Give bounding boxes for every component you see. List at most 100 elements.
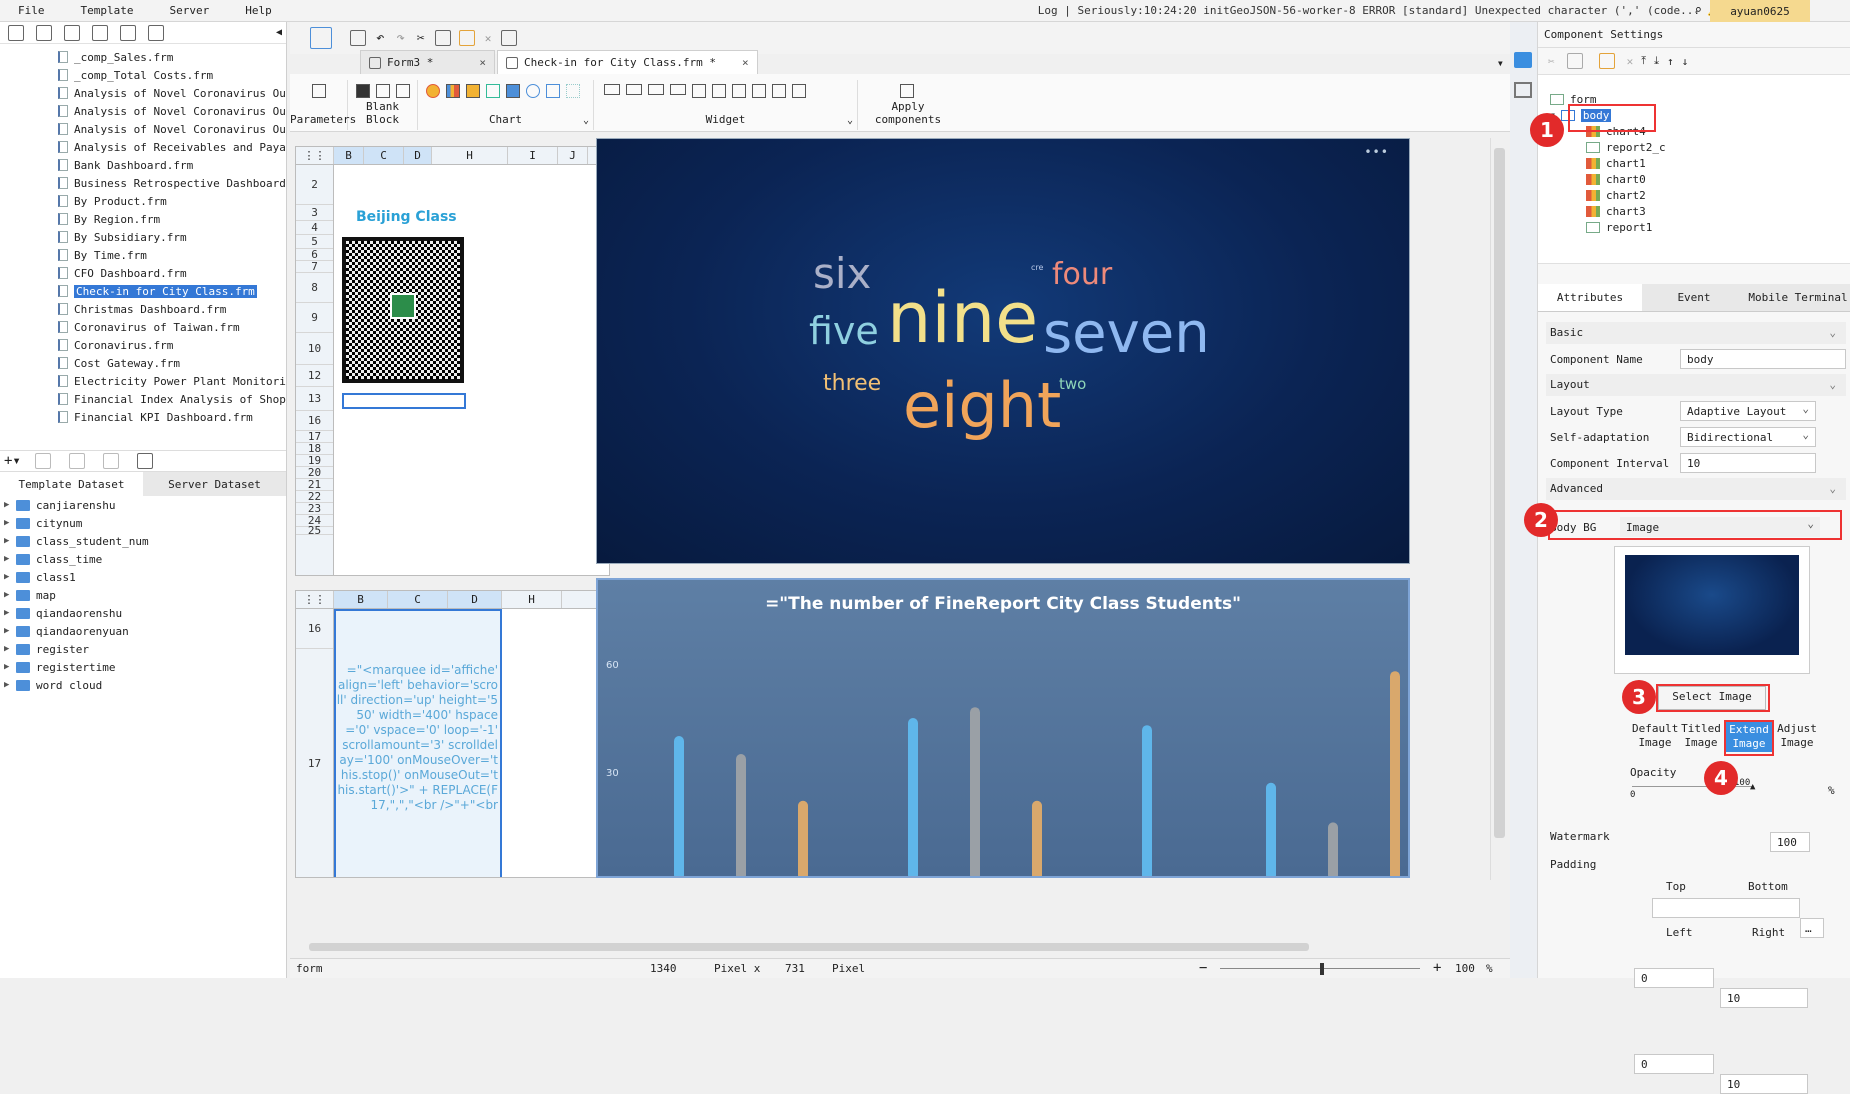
bar[interactable] [1266,782,1276,878]
dataset-item[interactable]: ▶ canjiarenshu [0,496,286,514]
row-number[interactable]: 16 [296,411,333,431]
file-item[interactable]: _comp_Sales.frm [0,48,286,66]
dataset-item[interactable]: ▶ map [0,586,286,604]
option-adjust-image[interactable]: Adjust Image [1774,722,1820,750]
tab-event[interactable]: Event [1642,284,1746,311]
dataset-item[interactable]: ▶ registertime [0,658,286,676]
option-default-image[interactable]: Default Image [1632,722,1678,750]
expand-icon[interactable]: ▶ [4,662,16,672]
tab-check-in[interactable]: Check-in for City Class.frm * × [496,50,758,74]
expand-icon[interactable]: ▶ [4,572,16,582]
expand-icon[interactable]: ▶ [4,644,16,654]
row-number[interactable]: 4 [296,221,333,235]
tree-node-chart3[interactable]: chart3 [1586,205,1646,218]
layout-type-select[interactable]: Adaptive Layout [1680,401,1816,421]
bar[interactable] [1390,671,1400,878]
dataset-item[interactable]: ▶ qiandaorenyuan [0,622,286,640]
dataset-item[interactable]: ▶ word cloud [0,676,286,694]
file-item[interactable]: Business Retrospective Dashboard.: [0,174,286,192]
file-item[interactable]: Analysis of Novel Coronavirus Outb [0,102,286,120]
file-item[interactable]: By Time.frm [0,246,286,264]
chevron-down-icon[interactable]: ⌄ [847,115,853,126]
close-icon[interactable]: × [742,56,749,69]
interval-stepper[interactable]: 10 [1680,453,1816,473]
expand-icon[interactable]: ▶ [4,590,16,600]
column-label[interactable]: D [404,147,432,164]
move-bottom-icon[interactable]: ⤓ [1654,54,1659,68]
save-icon[interactable] [350,30,366,46]
expand-icon[interactable]: ▶ [4,626,16,636]
file-item[interactable]: Financial Index Analysis of Shopp [0,390,286,408]
dataset-item[interactable]: ▶ register [0,640,286,658]
row-number[interactable]: 9 [296,303,333,333]
file-item[interactable]: Analysis of Receivables and Payab [0,138,286,156]
delete-icon[interactable]: ✕ [1627,55,1634,68]
tab-attributes[interactable]: Attributes [1538,284,1642,311]
file-item[interactable]: Cost Gateway.frm [0,354,286,372]
column-label[interactable]: ⋮⋮ [296,591,334,608]
tab-list-icon[interactable]: ▾ [1497,56,1504,70]
ribbon-chart[interactable]: Chart ⌄ [418,80,594,130]
move-up-icon[interactable]: ↑ [1667,55,1674,68]
tab-template-dataset[interactable]: Template Dataset [0,472,143,496]
file-item[interactable]: Christmas Dashboard.frm [0,300,286,318]
column-label[interactable]: B [334,147,364,164]
bar[interactable] [736,754,746,878]
file-item[interactable]: Analysis of Novel Coronavirus Outb [0,120,286,138]
row-number[interactable]: 13 [296,387,333,411]
expand-icon[interactable]: ▶ [4,608,16,618]
new-file-icon[interactable] [8,24,24,41]
ribbon-blank-block[interactable]: Blank Block [348,80,418,130]
component-settings-icon[interactable] [1514,52,1532,68]
dataset-item[interactable]: ▶ class1 [0,568,286,586]
collapse-left-icon[interactable]: ◀ [276,27,282,38]
padding-bottom-input[interactable]: 10 [1720,988,1808,1008]
tree-node-report2[interactable]: report2_c [1586,141,1666,154]
component-panel-icon[interactable] [310,27,332,49]
zoom-out-icon[interactable]: − [1199,960,1207,976]
ribbon-apply-components[interactable]: Apply components [858,80,958,130]
search-icon[interactable]: ⌕ [1694,3,1702,18]
section-layout[interactable]: Layout [1546,374,1846,396]
expand-icon[interactable]: ▶ [4,500,16,510]
paste-icon[interactable] [458,30,475,46]
expand-icon[interactable]: ▶ [4,536,16,546]
expand-icon[interactable]: ▶ [4,554,16,564]
file-item[interactable]: Coronavirus.frm [0,336,286,354]
preview-dataset-icon[interactable] [102,453,119,469]
bar[interactable] [970,707,980,878]
open-icon[interactable] [64,24,80,41]
column-label[interactable]: J [558,147,588,164]
file-item[interactable]: Electricity Power Plant Monitoring [0,372,286,390]
menu-template[interactable]: Template [63,4,152,17]
server-dataset-icon[interactable] [136,453,153,469]
file-item[interactable]: Check-in for City Class.frm [0,282,286,300]
column-label[interactable]: ⋮⋮ [296,147,334,164]
delete-icon[interactable] [120,24,136,41]
tab-form3[interactable]: Form3 * × [360,50,495,74]
component-name-input[interactable]: body [1680,349,1846,369]
expand-icon[interactable]: ▶ [4,680,16,690]
settings-icon[interactable] [92,24,108,41]
bar[interactable] [1142,725,1152,878]
column-label[interactable]: B [334,591,388,608]
bar[interactable] [798,800,808,878]
row-number[interactable]: 2 [296,165,333,205]
add-dataset-icon[interactable]: +▾ [4,453,21,469]
file-item[interactable]: By Product.frm [0,192,286,210]
column-label[interactable]: H [432,147,508,164]
vertical-scrollbar[interactable] [1490,138,1508,880]
row-number[interactable]: 25 [296,525,333,536]
log-line[interactable]: Log | Seriously:10:24:20 initGeoJSON-56-… [1038,4,1700,17]
tree-node-chart0[interactable]: chart0 [1586,173,1646,186]
selected-cell[interactable] [342,393,466,409]
zoom-slider-thumb[interactable] [1320,963,1324,975]
padding-top-input[interactable]: 0 [1634,968,1714,988]
watermark-input[interactable] [1652,898,1800,918]
close-icon[interactable]: × [479,56,486,69]
column-label[interactable]: H [502,591,562,608]
menu-file[interactable]: File [0,4,63,17]
file-item[interactable]: Coronavirus of Taiwan.frm [0,318,286,336]
clear-icon[interactable]: ✕ [485,32,492,45]
padding-left-input[interactable]: 0 [1634,1054,1714,1074]
